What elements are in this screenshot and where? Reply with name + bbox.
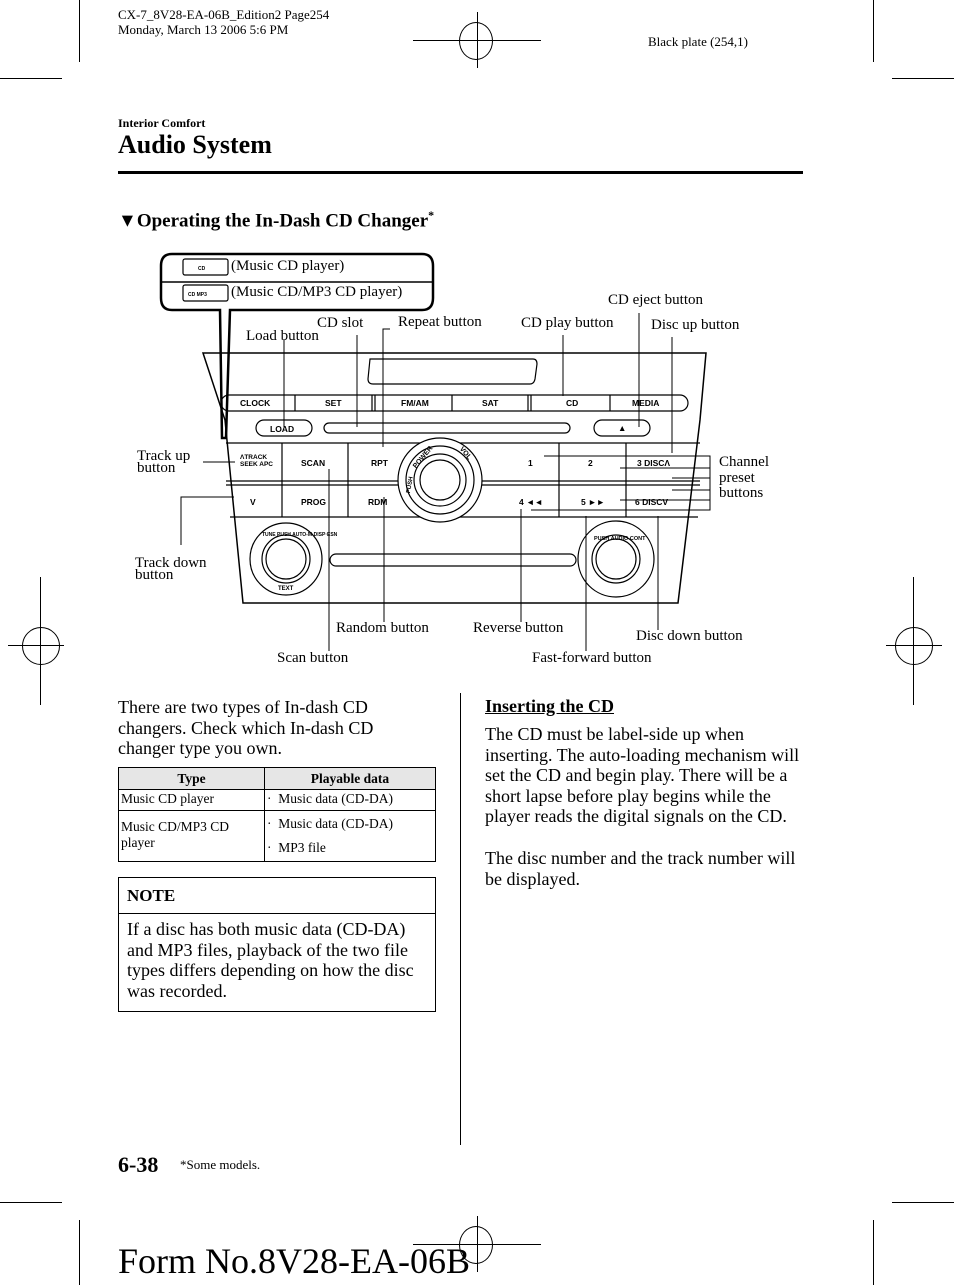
callout-reverse: Reverse button [473, 620, 564, 636]
callout-cd-play: CD play button [521, 315, 614, 331]
track-down-button: V [250, 497, 256, 507]
set-button: SET [325, 398, 342, 408]
preset-2-button: 2 [588, 458, 593, 468]
type-cell: Music CD player [118, 789, 265, 811]
page-title: Audio System [118, 130, 272, 159]
legend-music-cd-mp3-label: (Music CD/MP3 CD player) [231, 284, 403, 300]
inserting-paragraph-2: The disc number and the track number wil… [485, 848, 796, 889]
column-header-playable-data: Playable data [264, 767, 436, 790]
power-label: POWER [412, 445, 435, 470]
eject-icon: ▲ [618, 423, 627, 433]
callout-channel-preset: Channel preset buttons [719, 454, 769, 501]
page-number: 6-38 [118, 1152, 159, 1177]
push-label: PUSH [405, 476, 415, 494]
note-box: NOTE If a disc has both music data (CD-D… [118, 877, 436, 1012]
callout-random: Random button [336, 620, 429, 636]
legend-music-cd-label: (Music CD player) [231, 258, 345, 274]
table-row: Music CD/MP3 CD player · Music data (CD-… [118, 810, 436, 862]
form-number: Form No.8V28-EA-06B [118, 1241, 470, 1281]
callout-disc-down: Disc down button [636, 628, 743, 644]
title-rule [118, 171, 803, 174]
intro-paragraph: There are two types of In-dash CD change… [118, 697, 374, 759]
crop-mark [79, 0, 80, 62]
callout-track-up: Track up button [137, 448, 191, 476]
data-cell: · Music data (CD-DA) [264, 789, 436, 811]
data-cell: · Music data (CD-DA) · MP3 file [264, 810, 436, 862]
footnote: *Some models. [180, 1157, 261, 1172]
callout-scan: Scan button [277, 650, 349, 666]
audio-knob-label: PUSH AUDIO CONT [594, 536, 646, 542]
section-label: Interior Comfort [118, 116, 206, 130]
asterisk-icon: * [428, 208, 435, 222]
type-cell: Music CD/MP3 CD player [118, 810, 265, 862]
preset-4-reverse-button: 4 ◄◄ [519, 497, 543, 507]
text-label: TEXT [278, 586, 294, 592]
scan-button: SCAN [301, 458, 326, 468]
load-button: LOAD [270, 424, 295, 434]
triangle-down-icon: ▼ [118, 210, 137, 232]
table-row: Music CD player · Music data (CD-DA) [118, 789, 436, 811]
callout-load: Load button [246, 328, 319, 344]
rdm-button: RDM [368, 497, 388, 507]
callout-disc-up: Disc up button [651, 317, 740, 333]
crop-mark [892, 78, 954, 79]
preset-3-disc-up-button: 3 DISCΛ [637, 458, 671, 468]
cd-button: CD [566, 398, 579, 408]
media-button: MEDIA [632, 398, 660, 408]
crop-mark [79, 1220, 80, 1285]
rpt-button: RPT [371, 458, 388, 468]
tune-knob-label: TUNE PUSH AUTO-M·DISP·ESN [262, 532, 338, 538]
cd-changer-types-table: Type Playable data Music CD player · Mus… [118, 767, 436, 862]
clock-button: CLOCK [240, 398, 271, 408]
callout-cd-slot: CD slot [317, 315, 364, 331]
print-file-line: CX-7_8V28-EA-06B_Edition2 Page254 [118, 7, 330, 22]
note-body: If a disc has both music data (CD-DA) an… [127, 919, 414, 1001]
vol-label: VOL [457, 445, 473, 462]
inserting-heading: Inserting the CD [485, 696, 614, 716]
subheading-text: Operating the In-Dash CD Changer [136, 210, 429, 232]
preset-5-fast-forward-button: 5 ►► [581, 497, 605, 507]
crop-mark [892, 1202, 954, 1203]
column-divider [460, 693, 461, 1145]
crop-mark [873, 1220, 874, 1285]
crop-mark [0, 78, 62, 79]
callout-fast-forward: Fast-forward button [532, 650, 652, 666]
preset-1-button: 1 [528, 458, 533, 468]
subheading: ▼Operating the In-Dash CD Changer* [118, 208, 434, 232]
crop-mark [0, 1202, 62, 1203]
fm-am-button: FM/AM [401, 398, 429, 408]
note-title: NOTE [119, 878, 435, 914]
print-date-line: Monday, March 13 2006 5:6 PM [118, 22, 289, 37]
plate-label: Black plate (254,1) [648, 34, 748, 49]
inserting-paragraph-1: The CD must be label-side up when insert… [485, 724, 800, 827]
prog-button: PROG [301, 497, 327, 507]
sat-button: SAT [482, 398, 499, 408]
callout-track-down: Track down button [135, 555, 207, 583]
cd-changer-diagram: CD CD MP3 CLOCK SET FM/AM SAT CD MEDIA L… [0, 250, 954, 680]
callout-repeat: Repeat button [398, 314, 482, 330]
callout-cd-eject: CD eject button [608, 292, 703, 308]
crop-mark [873, 0, 874, 62]
preset-6-disc-down-button: 6 DISCV [635, 497, 669, 507]
track-up-button: ΛTRACK SEEK APC [240, 454, 273, 468]
column-header-type: Type [118, 767, 265, 790]
